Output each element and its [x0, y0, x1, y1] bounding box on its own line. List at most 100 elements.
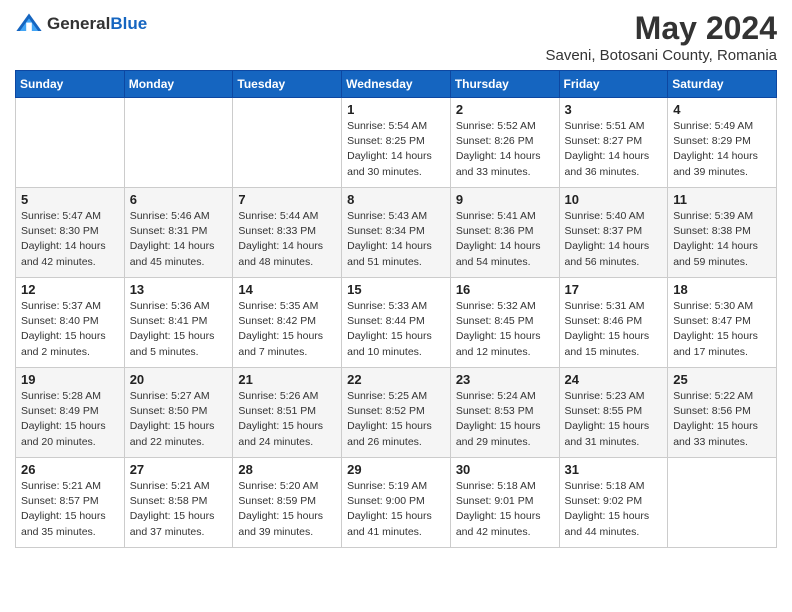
- calendar-day-cell: 9 Sunrise: 5:41 AMSunset: 8:36 PMDaylight…: [450, 188, 559, 278]
- subtitle: Saveni, Botosani County, Romania: [545, 47, 777, 64]
- calendar-day-cell: 1 Sunrise: 5:54 AMSunset: 8:25 PMDaylight…: [342, 98, 451, 188]
- day-number: 17: [565, 282, 663, 297]
- calendar-table: SundayMondayTuesdayWednesdayThursdayFrid…: [15, 70, 777, 548]
- calendar-day-cell: 2 Sunrise: 5:52 AMSunset: 8:26 PMDaylight…: [450, 98, 559, 188]
- day-number: 1: [347, 102, 445, 117]
- calendar-header-row: SundayMondayTuesdayWednesdayThursdayFrid…: [16, 71, 777, 98]
- title-area: May 2024 Saveni, Botosani County, Romani…: [545, 10, 777, 64]
- day-number: 14: [238, 282, 336, 297]
- day-info: Sunrise: 5:32 AMSunset: 8:45 PMDaylight:…: [456, 299, 554, 360]
- calendar-day-cell: 30Sunrise: 5:18 AMSunset: 9:01 PMDayligh…: [450, 458, 559, 548]
- day-info: Sunrise: 5:18 AMSunset: 9:02 PMDaylight:…: [565, 479, 663, 540]
- logo: GeneralBlue: [15, 10, 147, 38]
- day-number: 18: [673, 282, 771, 297]
- day-info: Sunrise: 5:47 AMSunset: 8:30 PMDaylight:…: [21, 209, 119, 270]
- day-info: Sunrise: 5:51 AMSunset: 8:27 PMDaylight:…: [565, 119, 663, 180]
- day-number: 24: [565, 372, 663, 387]
- day-number: 28: [238, 462, 336, 477]
- calendar-day-cell: 14Sunrise: 5:35 AMSunset: 8:42 PMDayligh…: [233, 278, 342, 368]
- day-number: 26: [21, 462, 119, 477]
- day-number: 27: [130, 462, 228, 477]
- day-info: Sunrise: 5:27 AMSunset: 8:50 PMDaylight:…: [130, 389, 228, 450]
- calendar-day-cell: 28 Sunrise: 5:20 AMSunset: 8:59 PMDayligh…: [233, 458, 342, 548]
- calendar-day-cell: 10 Sunrise: 5:40 AMSunset: 8:37 PMDayligh…: [559, 188, 668, 278]
- day-number: 8: [347, 192, 445, 207]
- day-number: 2: [456, 102, 554, 117]
- day-number: 23: [456, 372, 554, 387]
- day-number: 7: [238, 192, 336, 207]
- day-number: 16: [456, 282, 554, 297]
- calendar-day-cell: 12Sunrise: 5:37 AMSunset: 8:40 PMDayligh…: [16, 278, 125, 368]
- calendar-day-cell: 21Sunrise: 5:26 AMSunset: 8:51 PMDayligh…: [233, 368, 342, 458]
- calendar-day-cell: 25 Sunrise: 5:22 AMSunset: 8:56 PMDayligh…: [668, 368, 777, 458]
- day-number: 30: [456, 462, 554, 477]
- calendar-day-cell: 22Sunrise: 5:25 AMSunset: 8:52 PMDayligh…: [342, 368, 451, 458]
- day-number: 15: [347, 282, 445, 297]
- day-header-wednesday: Wednesday: [342, 71, 451, 98]
- day-number: 5: [21, 192, 119, 207]
- logo-blue: Blue: [110, 14, 147, 33]
- calendar-day-cell: 31 Sunrise: 5:18 AMSunset: 9:02 PMDayligh…: [559, 458, 668, 548]
- calendar-day-cell: 11 Sunrise: 5:39 AMSunset: 8:38 PMDayligh…: [668, 188, 777, 278]
- calendar-day-cell: 5 Sunrise: 5:47 AMSunset: 8:30 PMDaylight…: [16, 188, 125, 278]
- calendar-day-cell: 24 Sunrise: 5:23 AMSunset: 8:55 PMDayligh…: [559, 368, 668, 458]
- calendar-day-cell: 27 Sunrise: 5:21 AMSunset: 8:58 PMDayligh…: [124, 458, 233, 548]
- day-info: Sunrise: 5:23 AMSunset: 8:55 PMDaylight:…: [565, 389, 663, 450]
- day-info: Sunrise: 5:21 AMSunset: 8:57 PMDaylight:…: [21, 479, 119, 540]
- day-info: Sunrise: 5:31 AMSunset: 8:46 PMDaylight:…: [565, 299, 663, 360]
- calendar-day-cell: 20 Sunrise: 5:27 AMSunset: 8:50 PMDayligh…: [124, 368, 233, 458]
- logo-general: General: [47, 14, 110, 33]
- logo-icon: [15, 10, 43, 38]
- calendar-day-cell: 13 Sunrise: 5:36 AMSunset: 8:41 PMDayligh…: [124, 278, 233, 368]
- day-info: Sunrise: 5:33 AMSunset: 8:44 PMDaylight:…: [347, 299, 445, 360]
- day-number: 11: [673, 192, 771, 207]
- calendar-day-cell: [124, 98, 233, 188]
- day-info: Sunrise: 5:21 AMSunset: 8:58 PMDaylight:…: [130, 479, 228, 540]
- main-title: May 2024: [545, 10, 777, 47]
- day-number: 6: [130, 192, 228, 207]
- day-info: Sunrise: 5:30 AMSunset: 8:47 PMDaylight:…: [673, 299, 771, 360]
- day-info: Sunrise: 5:52 AMSunset: 8:26 PMDaylight:…: [456, 119, 554, 180]
- calendar-day-cell: 16 Sunrise: 5:32 AMSunset: 8:45 PMDayligh…: [450, 278, 559, 368]
- day-info: Sunrise: 5:39 AMSunset: 8:38 PMDaylight:…: [673, 209, 771, 270]
- day-info: Sunrise: 5:46 AMSunset: 8:31 PMDaylight:…: [130, 209, 228, 270]
- day-header-saturday: Saturday: [668, 71, 777, 98]
- calendar-day-cell: [233, 98, 342, 188]
- day-info: Sunrise: 5:49 AMSunset: 8:29 PMDaylight:…: [673, 119, 771, 180]
- calendar-week-row: 26 Sunrise: 5:21 AMSunset: 8:57 PMDayligh…: [16, 458, 777, 548]
- calendar-day-cell: [16, 98, 125, 188]
- day-info: Sunrise: 5:20 AMSunset: 8:59 PMDaylight:…: [238, 479, 336, 540]
- day-number: 4: [673, 102, 771, 117]
- day-number: 20: [130, 372, 228, 387]
- day-info: Sunrise: 5:36 AMSunset: 8:41 PMDaylight:…: [130, 299, 228, 360]
- day-header-sunday: Sunday: [16, 71, 125, 98]
- day-info: Sunrise: 5:44 AMSunset: 8:33 PMDaylight:…: [238, 209, 336, 270]
- day-number: 22: [347, 372, 445, 387]
- calendar-day-cell: 17 Sunrise: 5:31 AMSunset: 8:46 PMDayligh…: [559, 278, 668, 368]
- day-number: 10: [565, 192, 663, 207]
- day-number: 13: [130, 282, 228, 297]
- day-header-monday: Monday: [124, 71, 233, 98]
- day-header-friday: Friday: [559, 71, 668, 98]
- calendar-day-cell: 6 Sunrise: 5:46 AMSunset: 8:31 PMDaylight…: [124, 188, 233, 278]
- page-header: GeneralBlue May 2024 Saveni, Botosani Co…: [15, 10, 777, 64]
- day-info: Sunrise: 5:28 AMSunset: 8:49 PMDaylight:…: [21, 389, 119, 450]
- day-info: Sunrise: 5:41 AMSunset: 8:36 PMDaylight:…: [456, 209, 554, 270]
- day-info: Sunrise: 5:40 AMSunset: 8:37 PMDaylight:…: [565, 209, 663, 270]
- calendar-week-row: 5 Sunrise: 5:47 AMSunset: 8:30 PMDaylight…: [16, 188, 777, 278]
- day-number: 9: [456, 192, 554, 207]
- calendar-day-cell: 8 Sunrise: 5:43 AMSunset: 8:34 PMDaylight…: [342, 188, 451, 278]
- day-info: Sunrise: 5:22 AMSunset: 8:56 PMDaylight:…: [673, 389, 771, 450]
- day-number: 25: [673, 372, 771, 387]
- calendar-week-row: 12Sunrise: 5:37 AMSunset: 8:40 PMDayligh…: [16, 278, 777, 368]
- day-header-tuesday: Tuesday: [233, 71, 342, 98]
- calendar-day-cell: 15 Sunrise: 5:33 AMSunset: 8:44 PMDayligh…: [342, 278, 451, 368]
- calendar-week-row: 1 Sunrise: 5:54 AMSunset: 8:25 PMDaylight…: [16, 98, 777, 188]
- day-info: Sunrise: 5:54 AMSunset: 8:25 PMDaylight:…: [347, 119, 445, 180]
- calendar-day-cell: [668, 458, 777, 548]
- calendar-day-cell: 29Sunrise: 5:19 AMSunset: 9:00 PMDayligh…: [342, 458, 451, 548]
- calendar-week-row: 19Sunrise: 5:28 AMSunset: 8:49 PMDayligh…: [16, 368, 777, 458]
- day-info: Sunrise: 5:43 AMSunset: 8:34 PMDaylight:…: [347, 209, 445, 270]
- day-number: 31: [565, 462, 663, 477]
- calendar-day-cell: 23Sunrise: 5:24 AMSunset: 8:53 PMDayligh…: [450, 368, 559, 458]
